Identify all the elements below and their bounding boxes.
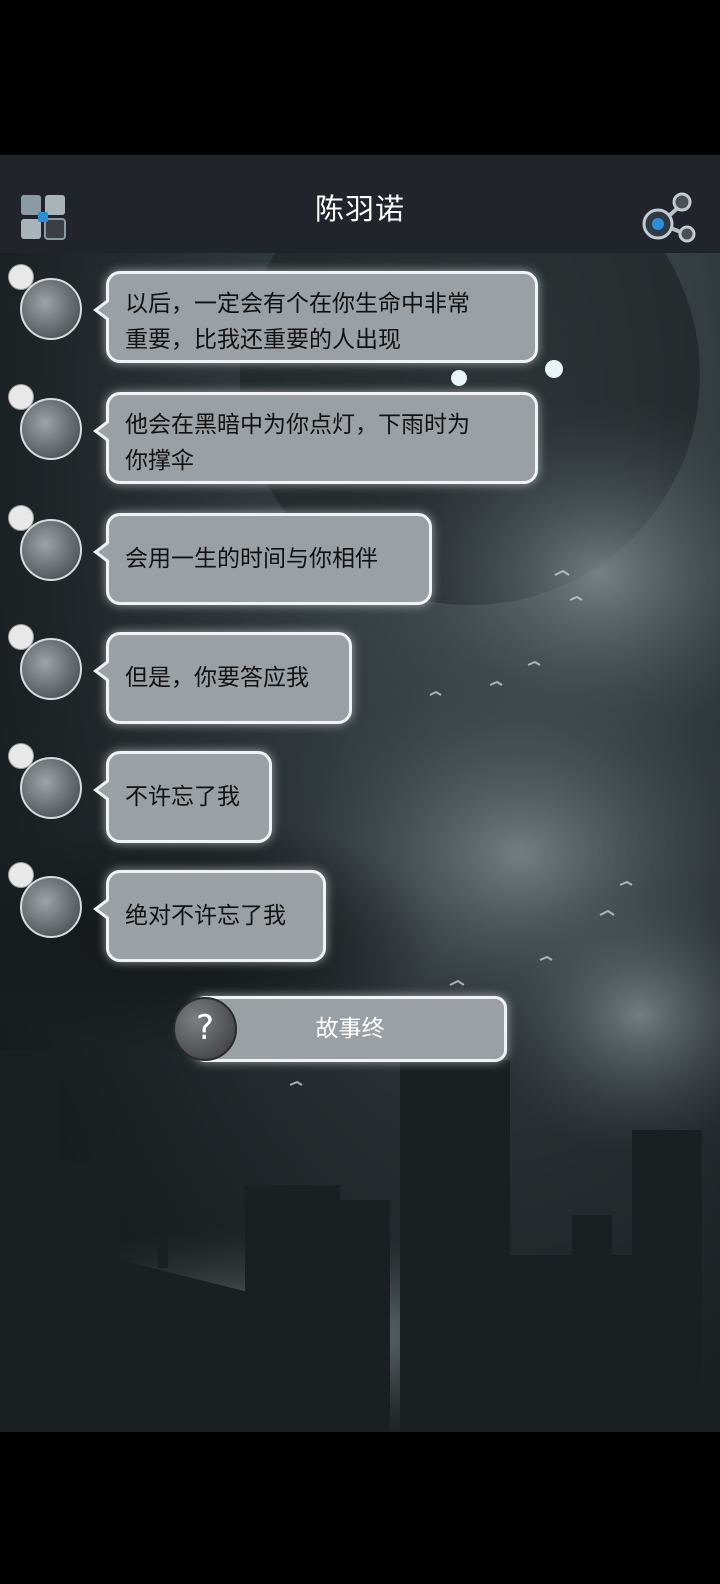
message-bubble[interactable]: 绝对不许忘了我 bbox=[93, 870, 326, 962]
avatar[interactable] bbox=[8, 743, 84, 823]
story-end-label: 故事终 bbox=[315, 1016, 385, 1042]
avatar[interactable] bbox=[8, 384, 84, 464]
avatar-image bbox=[20, 398, 82, 460]
avatar-badge-icon bbox=[8, 264, 34, 290]
status-bar-area bbox=[0, 0, 720, 155]
avatar-badge-icon bbox=[8, 384, 34, 410]
page-title: 陈羽诺 bbox=[314, 192, 405, 226]
message-line: 会用一生的时间与你相伴 bbox=[125, 546, 378, 572]
message-bubble[interactable]: 不许忘了我 bbox=[93, 751, 272, 843]
avatar-image bbox=[20, 519, 82, 581]
message-bubble[interactable]: 会用一生的时间与你相伴 bbox=[93, 513, 432, 605]
avatar[interactable] bbox=[8, 264, 84, 344]
share-icon[interactable] bbox=[640, 190, 696, 244]
message-bubble[interactable]: 但是，你要答应我 bbox=[93, 632, 352, 724]
message-line: 不许忘了我 bbox=[125, 784, 240, 810]
message-line: 以后，一定会有个在你生命中非常 bbox=[125, 291, 470, 317]
avatar-badge-icon bbox=[8, 862, 34, 888]
message-line: 绝对不许忘了我 bbox=[125, 903, 286, 929]
avatar-badge-icon bbox=[8, 505, 34, 531]
avatar-image bbox=[20, 876, 82, 938]
message-line: 重要，比我还重要的人出现 bbox=[125, 327, 401, 353]
avatar-image bbox=[20, 757, 82, 819]
avatar-badge-icon bbox=[8, 624, 34, 650]
avatar-image bbox=[20, 278, 82, 340]
message-bubble[interactable]: 他会在黑暗中为你点灯，下雨时为 你撑伞 bbox=[93, 392, 538, 484]
message-line: 但是，你要答应我 bbox=[125, 665, 309, 691]
message-line: 你撑伞 bbox=[125, 448, 194, 474]
navigation-bar-area bbox=[0, 1432, 720, 1584]
grid-menu-icon[interactable] bbox=[20, 194, 66, 240]
message-line: 他会在黑暗中为你点灯，下雨时为 bbox=[125, 412, 470, 438]
avatar-badge-icon bbox=[8, 743, 34, 769]
question-mark-icon[interactable]: ? bbox=[173, 997, 237, 1061]
avatar[interactable] bbox=[8, 505, 84, 585]
message-bubble[interactable]: 以后，一定会有个在你生命中非常 重要，比我还重要的人出现 bbox=[93, 271, 538, 363]
avatar-image bbox=[20, 638, 82, 700]
avatar[interactable] bbox=[8, 624, 84, 704]
story-end-button[interactable]: 故事终 bbox=[193, 996, 507, 1062]
avatar[interactable] bbox=[8, 862, 84, 942]
